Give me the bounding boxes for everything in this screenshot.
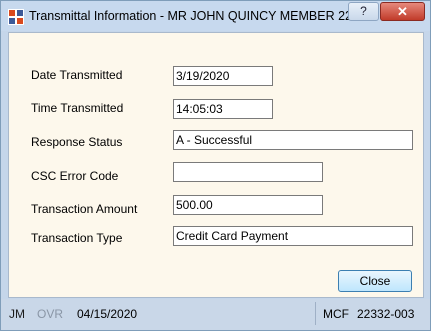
date-transmitted-label: Date Transmitted xyxy=(31,68,123,82)
csc-error-code-label: CSC Error Code xyxy=(31,169,119,183)
form-panel: Date Transmitted 3/19/2020 Time Transmit… xyxy=(8,32,424,298)
app-logo-icon xyxy=(8,9,24,25)
time-transmitted-field[interactable]: 14:05:03 xyxy=(173,99,273,119)
response-status-field[interactable]: A - Successful xyxy=(173,130,413,150)
window-title: Transmittal Information - MR JOHN QUINCY… xyxy=(29,9,359,23)
help-button[interactable]: ? xyxy=(348,2,379,21)
status-user: JM xyxy=(9,307,25,321)
status-bar: JM OVR 04/15/2020 MCF 22332-003 xyxy=(1,299,430,330)
status-date: 04/15/2020 xyxy=(77,307,138,321)
response-status-label: Response Status xyxy=(31,135,123,149)
transaction-type-label: Transaction Type xyxy=(31,231,123,245)
status-system: MCF xyxy=(323,307,349,321)
transaction-type-field[interactable]: Credit Card Payment xyxy=(173,226,413,246)
transaction-amount-label: Transaction Amount xyxy=(31,202,138,216)
status-divider xyxy=(315,302,316,325)
status-code: 22332-003 xyxy=(357,307,415,321)
dialog-window: Transmittal Information - MR JOHN QUINCY… xyxy=(0,0,431,331)
csc-error-code-field[interactable] xyxy=(173,162,323,182)
date-transmitted-field[interactable]: 3/19/2020 xyxy=(173,66,273,86)
time-transmitted-label: Time Transmitted xyxy=(31,101,124,115)
window-close-button[interactable]: ✕ xyxy=(380,2,425,21)
close-button[interactable]: Close xyxy=(338,270,412,292)
transaction-amount-field[interactable]: 500.00 xyxy=(173,195,323,215)
title-bar[interactable]: Transmittal Information - MR JOHN QUINCY… xyxy=(1,1,430,31)
status-mode: OVR xyxy=(37,307,64,321)
